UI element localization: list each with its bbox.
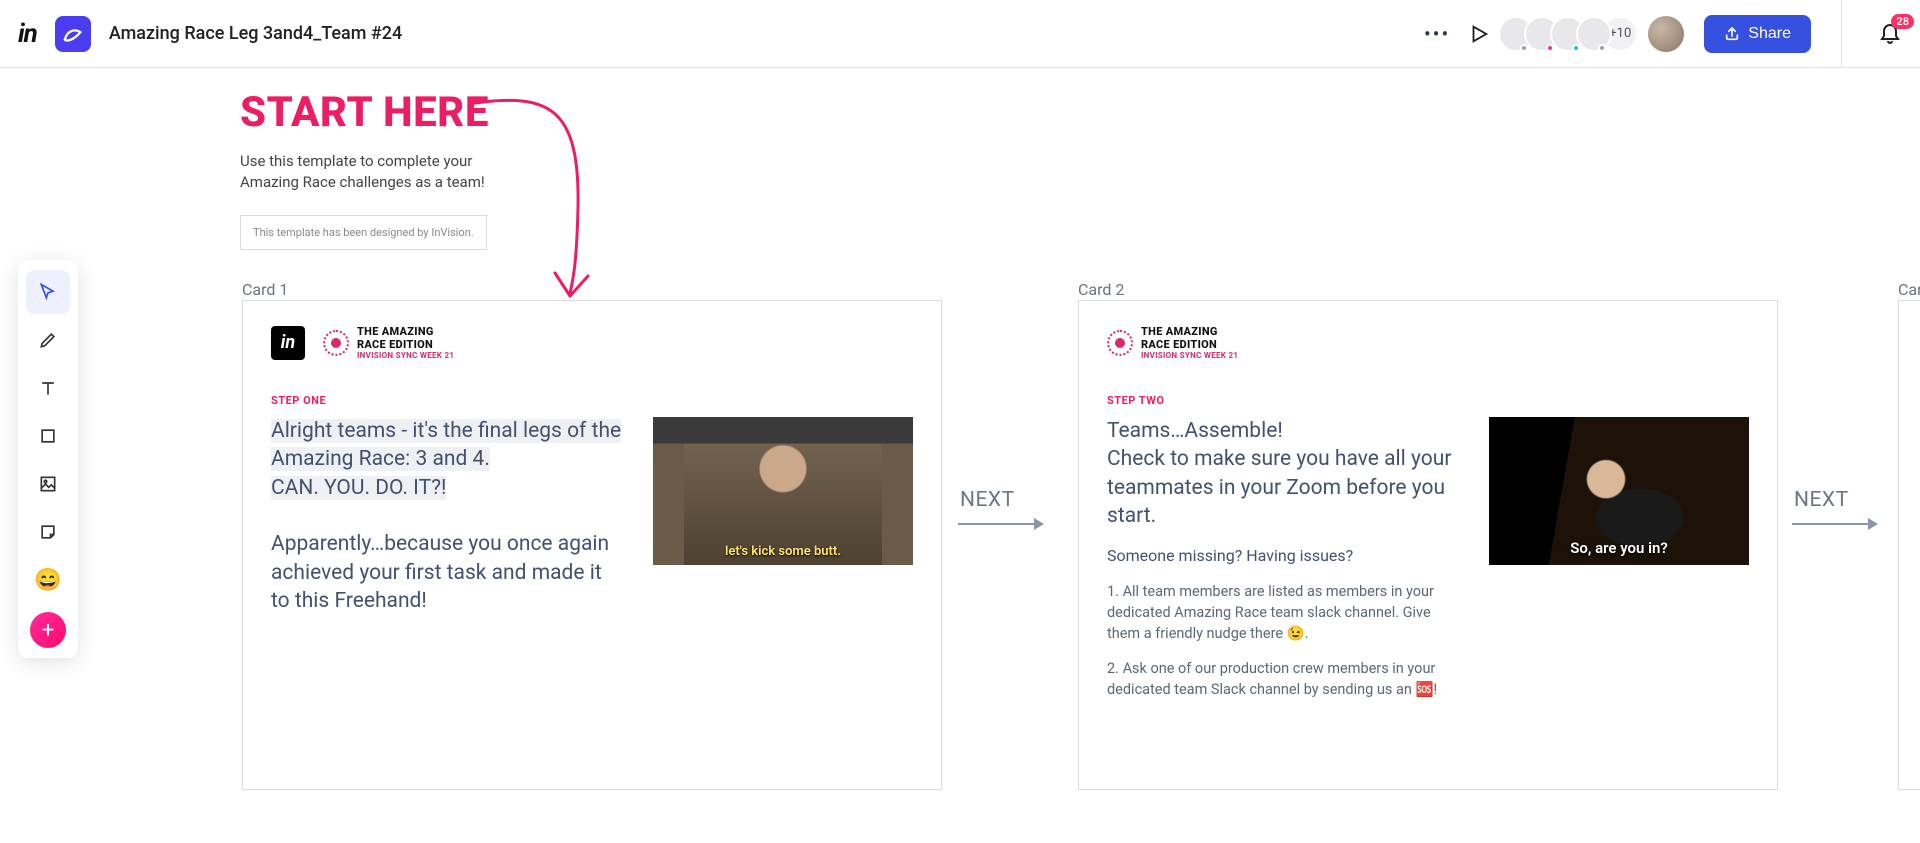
card-2[interactable]: THE AMAZINGRACE EDITION INVISION SYNC WE… (1078, 300, 1778, 790)
card-1-label: Card 1 (242, 280, 288, 299)
app-header: in Amazing Race Leg 3and4_Team #24 ••• +… (0, 0, 1920, 68)
card-1-step-label: STEP ONE (271, 394, 913, 407)
race-edition-icon (323, 330, 349, 356)
template-credit-badge: This template has been designed by InVis… (240, 215, 487, 250)
card-3-label: Car (1898, 280, 1920, 299)
card-2-text[interactable]: Teams…Assemble! Check to make sure you h… (1107, 417, 1461, 714)
next-label: NEXT (960, 488, 1015, 512)
card-2-step-label: STEP TWO (1107, 394, 1749, 407)
start-here-block[interactable]: START HERE Use this template to complete… (240, 88, 580, 250)
card-2-media[interactable]: So, are you in? (1489, 417, 1749, 565)
share-button[interactable]: Share (1704, 15, 1811, 53)
card-2-label: Card 2 (1078, 280, 1124, 299)
start-here-title: START HERE (240, 88, 580, 137)
arrow-right-icon (1790, 514, 1880, 534)
present-icon[interactable] (1468, 23, 1490, 45)
card-2-media-caption: So, are you in? (1489, 539, 1749, 557)
card-2-logos: THE AMAZINGRACE EDITION INVISION SYNC WE… (1107, 325, 1749, 360)
card-1[interactable]: in THE AMAZINGRACE EDITION INVISION SYNC… (242, 300, 942, 790)
current-user-avatar[interactable] (1646, 14, 1686, 54)
card-3[interactable] (1898, 300, 1920, 790)
collaborator-avatars[interactable]: +10 (1508, 14, 1686, 54)
card-1-media[interactable]: let's kick some butt. (653, 417, 913, 565)
more-menu-icon[interactable]: ••• (1424, 22, 1450, 46)
share-label: Share (1748, 25, 1791, 43)
card-1-logos: in THE AMAZINGRACE EDITION INVISION SYNC… (271, 325, 913, 360)
document-title[interactable]: Amazing Race Leg 3and4_Team #24 (109, 23, 402, 44)
next-label: NEXT (1794, 488, 1849, 512)
next-arrow-2: NEXT (1794, 488, 1849, 512)
avatar[interactable] (1576, 16, 1612, 52)
race-edition-icon (1107, 330, 1133, 356)
freehand-canvas[interactable]: START HERE Use this template to complete… (0, 68, 1920, 843)
start-here-subtitle: Use this template to complete your Amazi… (240, 151, 500, 193)
notifications-button[interactable]: 28 (1872, 20, 1920, 48)
card-1-text[interactable]: Alright teams - it's the final legs of t… (271, 417, 625, 615)
freehand-logo[interactable] (55, 16, 91, 52)
invision-badge-icon: in (271, 326, 305, 360)
arrow-right-icon (956, 514, 1046, 534)
notification-count-badge: 28 (1891, 14, 1914, 29)
invision-logo[interactable]: in (18, 19, 37, 49)
next-arrow-1: NEXT (960, 488, 1015, 512)
card-1-media-caption: let's kick some butt. (653, 544, 913, 559)
